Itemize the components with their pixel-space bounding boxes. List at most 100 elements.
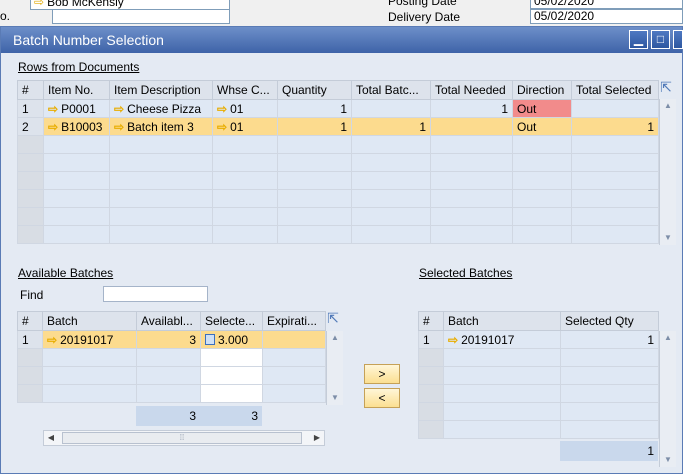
column-header[interactable]: Batch — [42, 311, 137, 331]
available-qty-cell[interactable]: 3 — [136, 330, 201, 349]
batch-cell[interactable]: ⇨ 20191017 — [443, 330, 561, 349]
column-header[interactable]: Selected Qty — [560, 311, 659, 331]
table-row[interactable] — [17, 348, 326, 367]
posting-date-field[interactable]: 05/02/2020 — [530, 0, 683, 9]
total-batch-cell[interactable]: 1 — [351, 117, 431, 136]
warehouse-cell[interactable]: ⇨ 01 — [212, 99, 278, 118]
column-header[interactable]: Direction — [512, 80, 572, 100]
link-arrow-icon[interactable]: ⇨ — [48, 102, 58, 116]
form-settings-icon[interactable]: ⇱ — [325, 311, 341, 327]
column-header[interactable]: Quantity — [277, 80, 352, 100]
column-header[interactable]: # — [418, 311, 444, 331]
available-vertical-scrollbar[interactable]: ▲ ▼ — [326, 331, 343, 405]
column-header[interactable]: Batch — [443, 311, 561, 331]
direction-cell[interactable]: Out — [512, 99, 572, 118]
table-row[interactable] — [17, 384, 326, 403]
calculator-icon[interactable] — [205, 333, 215, 345]
table-row[interactable]: 1 ⇨ 20191017 1 — [418, 330, 659, 349]
scroll-down-icon[interactable]: ▼ — [660, 231, 676, 245]
row-number[interactable]: 2 — [17, 117, 44, 136]
link-arrow-icon[interactable]: ⇨ — [47, 333, 57, 347]
selected-qty-input[interactable]: 3.000 — [200, 330, 263, 349]
quantity-cell[interactable]: 1 — [277, 117, 352, 136]
table-row[interactable] — [418, 402, 659, 421]
total-batch-cell[interactable] — [351, 99, 431, 118]
column-header[interactable]: Total Needed — [430, 80, 513, 100]
row-number[interactable]: 1 — [17, 330, 43, 349]
scroll-up-icon[interactable]: ▲ — [327, 331, 343, 345]
maximize-button[interactable]: □ — [651, 30, 670, 49]
add-batch-button[interactable]: > — [364, 364, 400, 384]
total-needed-cell[interactable]: 1 — [430, 99, 513, 118]
table-row[interactable] — [418, 348, 659, 367]
link-arrow-icon[interactable]: ⇨ — [217, 102, 227, 116]
background-form: ⇨ Bob McKensly o. Posting Date 05/02/2020… — [0, 0, 683, 26]
close-button[interactable] — [673, 30, 683, 49]
scroll-left-icon[interactable]: ◀ — [44, 431, 58, 445]
item-description-cell[interactable]: ⇨ Cheese Pizza — [109, 99, 213, 118]
table-row[interactable] — [17, 207, 659, 226]
link-arrow-icon[interactable]: ⇨ — [114, 102, 124, 116]
table-row[interactable] — [17, 366, 326, 385]
table-row[interactable]: 1 ⇨ 20191017 3 3.000 — [17, 330, 326, 349]
item-no-cell[interactable]: ⇨ P0001 — [43, 99, 110, 118]
item-no-cell[interactable]: ⇨ B10003 — [43, 117, 110, 136]
table-row[interactable]: 2 ⇨ B10003 ⇨ Batch item 3 ⇨ 01 1 1 Out 1 — [17, 117, 659, 136]
selected-batches-label[interactable]: Selected Batches — [419, 266, 512, 280]
expiration-cell[interactable] — [262, 330, 326, 349]
selected-vertical-scrollbar[interactable]: ▲ ▼ — [659, 331, 676, 467]
selected-qty-cell[interactable]: 1 — [560, 330, 659, 349]
table-row[interactable] — [418, 384, 659, 403]
minimize-button[interactable]: ▁ — [629, 30, 648, 49]
total-needed-cell[interactable] — [430, 117, 513, 136]
link-arrow-icon[interactable]: ⇨ — [48, 120, 58, 134]
table-row[interactable] — [418, 420, 659, 439]
link-arrow-icon[interactable]: ⇨ — [217, 120, 227, 134]
form-settings-icon[interactable]: ⇱ — [658, 80, 674, 96]
quantity-cell[interactable]: 1 — [277, 99, 352, 118]
table-row[interactable]: 1 ⇨ P0001 ⇨ Cheese Pizza ⇨ 01 1 1 Out — [17, 99, 659, 118]
table-row[interactable] — [17, 225, 659, 244]
column-header[interactable]: Item No. — [43, 80, 110, 100]
total-selected-cell[interactable]: 1 — [571, 117, 659, 136]
table-row[interactable] — [418, 366, 659, 385]
column-header[interactable]: Total Batc... — [351, 80, 431, 100]
direction-cell[interactable]: Out — [512, 117, 572, 136]
table-row[interactable] — [17, 135, 659, 154]
scroll-up-icon[interactable]: ▲ — [660, 99, 676, 113]
link-arrow-icon[interactable]: ⇨ — [448, 333, 458, 347]
delivery-date-field[interactable]: 05/02/2020 — [530, 9, 683, 24]
column-header[interactable]: Total Selected — [571, 80, 659, 100]
total-selected: 3 — [200, 406, 262, 426]
available-batches-label[interactable]: Available Batches — [18, 266, 113, 280]
scroll-down-icon[interactable]: ▼ — [660, 453, 676, 467]
background-input[interactable] — [52, 9, 230, 24]
column-header[interactable]: Availabl... — [136, 311, 201, 331]
column-header[interactable]: Item Description — [109, 80, 213, 100]
available-horizontal-scrollbar[interactable]: ◀ ⁞⁞ ▶ — [43, 430, 325, 446]
column-header[interactable]: Expirati... — [262, 311, 326, 331]
total-selected-cell[interactable] — [571, 99, 659, 118]
column-header[interactable]: Selecte... — [200, 311, 263, 331]
column-header[interactable]: # — [17, 311, 43, 331]
scroll-down-icon[interactable]: ▼ — [327, 391, 343, 405]
documents-vertical-scrollbar[interactable]: ▲ ▼ — [659, 99, 676, 245]
batch-cell[interactable]: ⇨ 20191017 — [42, 330, 137, 349]
table-row[interactable] — [17, 171, 659, 190]
scroll-up-icon[interactable]: ▲ — [660, 331, 676, 345]
find-input[interactable] — [103, 286, 208, 302]
scroll-right-icon[interactable]: ▶ — [310, 431, 324, 445]
rows-from-documents-label[interactable]: Rows from Documents — [18, 60, 139, 74]
scroll-thumb[interactable]: ⁞⁞ — [62, 432, 302, 444]
link-arrow-icon[interactable]: ⇨ — [114, 120, 124, 134]
row-number[interactable]: 1 — [17, 99, 44, 118]
remove-batch-button[interactable]: < — [364, 388, 400, 408]
column-header[interactable]: # — [17, 80, 44, 100]
table-row[interactable] — [17, 153, 659, 172]
delivery-date-label: Delivery Date — [388, 10, 461, 24]
table-row[interactable] — [17, 189, 659, 208]
column-header[interactable]: Whse C... — [212, 80, 278, 100]
item-description-cell[interactable]: ⇨ Batch item 3 — [109, 117, 213, 136]
row-number[interactable]: 1 — [418, 330, 444, 349]
warehouse-cell[interactable]: ⇨ 01 — [212, 117, 278, 136]
